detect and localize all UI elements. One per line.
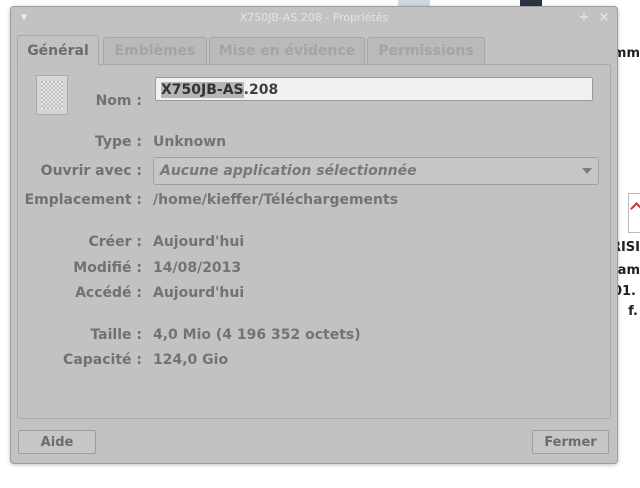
tab-label: Mise en évidence — [218, 43, 356, 59]
tab-permissions[interactable]: Permissions — [367, 37, 485, 64]
open-with-value: Aucune application sélectionnée — [160, 163, 417, 179]
chevron-down-icon — [582, 168, 592, 174]
tab-label: Emblèmes — [114, 43, 196, 59]
name-selected-text: X750JB-AS — [161, 82, 244, 98]
tab-label: Permissions — [378, 43, 474, 59]
open-with-label: Ouvrir avec : — [40, 163, 142, 179]
location-value: /home/kieffer/Téléchargements — [153, 192, 399, 208]
size-value: 4,0 Mio (4 196 352 octets) — [153, 327, 361, 343]
tab-highlight[interactable]: Mise en évidence — [209, 37, 365, 64]
tab-general[interactable]: Général — [17, 35, 99, 66]
created-value: Aujourd'hui — [153, 234, 245, 250]
type-label: Type : — [94, 134, 142, 150]
properties-dialog: X750JB-AS.208 - Propriétés ▾ + × Général… — [10, 6, 618, 464]
open-with-select[interactable]: Aucune application sélectionnée — [153, 157, 599, 185]
type-value: Unknown — [153, 134, 227, 150]
close-button[interactable]: Fermer — [532, 430, 609, 454]
capacity-value: 124,0 Gio — [153, 352, 229, 368]
name-input[interactable]: X750JB-AS.208 — [155, 77, 593, 101]
pin-icon[interactable]: + — [577, 7, 591, 29]
close-icon[interactable]: × — [597, 7, 611, 29]
file-type-icon[interactable] — [36, 75, 68, 115]
desktop-text: f. — [628, 304, 638, 319]
titlebar[interactable]: X750JB-AS.208 - Propriétés — [11, 7, 617, 29]
window-title: X750JB-AS.208 - Propriétés — [239, 11, 389, 24]
tab-emblems[interactable]: Emblèmes — [103, 37, 207, 64]
modified-value: 14/08/2013 — [153, 260, 242, 276]
created-label: Créer : — [88, 234, 142, 250]
location-label: Emplacement : — [24, 192, 142, 208]
accessed-label: Accédé : — [75, 285, 142, 301]
capacity-label: Capacité : — [63, 352, 142, 368]
name-extension-text: .208 — [243, 82, 279, 98]
desktop-file-icon[interactable] — [628, 193, 640, 233]
window-menu-icon[interactable]: ▾ — [17, 7, 31, 29]
name-label: Nom : — [95, 93, 142, 109]
modified-label: Modifié : — [73, 260, 142, 276]
size-label: Taille : — [90, 327, 142, 343]
accessed-value: Aujourd'hui — [153, 285, 245, 301]
help-button[interactable]: Aide — [18, 430, 96, 454]
tab-label: Général — [27, 43, 89, 59]
